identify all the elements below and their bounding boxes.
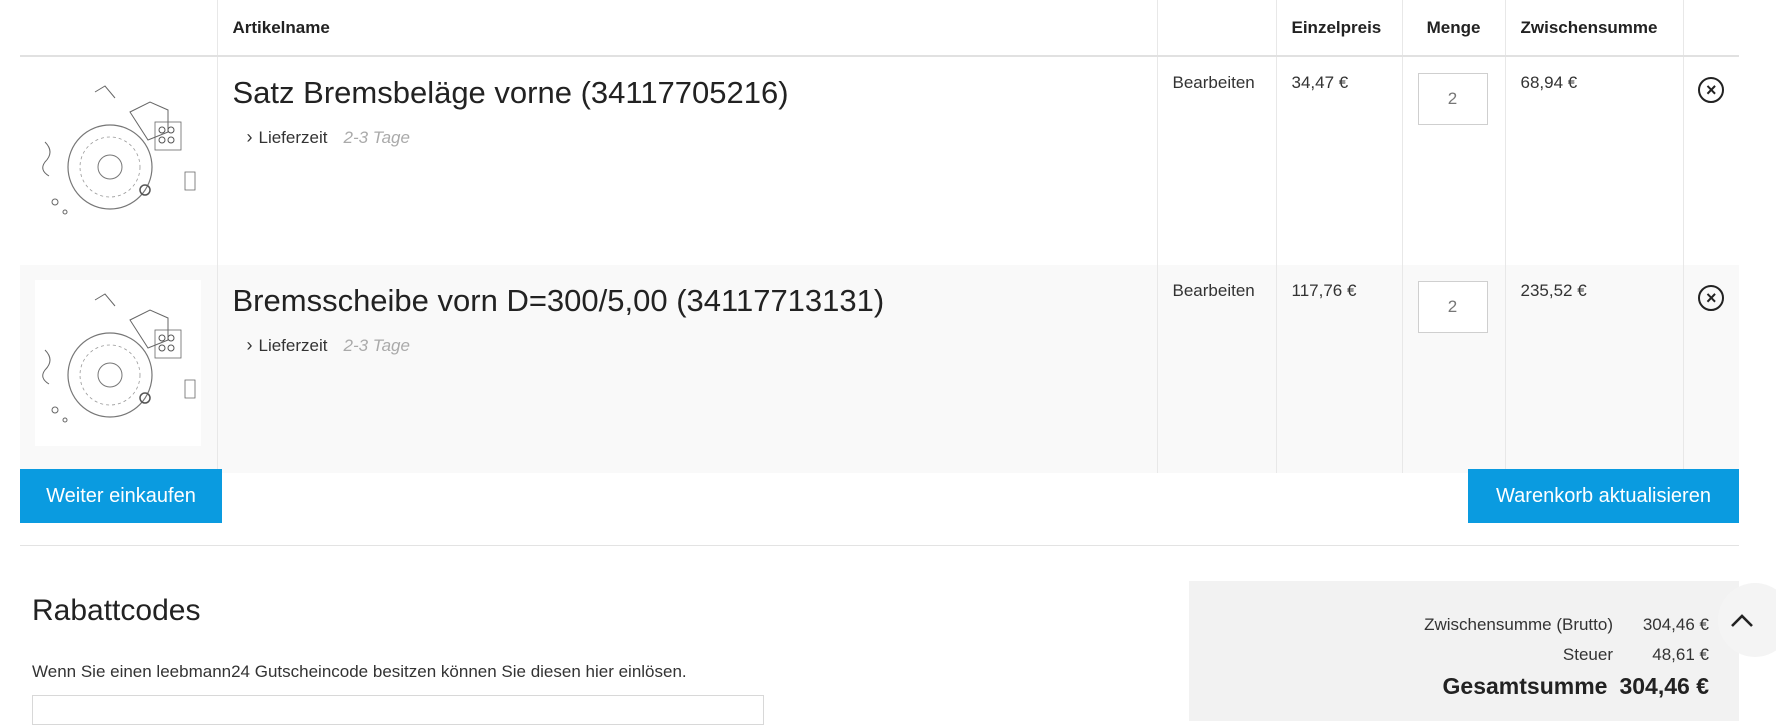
unit-price: 34,47 €: [1275, 56, 1402, 265]
edit-cell: Bearbeiten: [1156, 56, 1276, 265]
summary-total-value: 304,46 €: [1619, 673, 1709, 699]
unit-price: 117,76 €: [1275, 265, 1402, 473]
update-cart-button[interactable]: Warenkorb aktualisieren: [1468, 469, 1739, 523]
summary-tax-value: 48,61 €: [1652, 645, 1709, 664]
summary-total-label: Gesamtsumme: [1442, 673, 1608, 699]
product-title[interactable]: Bremsscheibe vorn D=300/5,00 (3411771313…: [233, 281, 1142, 321]
quantity-cell: [1401, 265, 1505, 473]
cart-table: Artikelname Einzelpreis Menge Zwischensu…: [20, 0, 1739, 473]
header-unit-price: Einzelpreis: [1275, 0, 1402, 57]
order-summary: Zwischensumme (Brutto) 304,46 € Steuer 4…: [1189, 581, 1739, 721]
delivery-label: Lieferzeit: [258, 335, 328, 355]
product-image-cell: [20, 56, 217, 265]
chevron-right-icon: ›: [246, 127, 253, 147]
remove-cell: ×: [1682, 56, 1739, 265]
row-subtotal: 68,94 €: [1504, 56, 1683, 265]
remove-cell: ×: [1682, 265, 1739, 473]
edit-link[interactable]: Bearbeiten: [1173, 73, 1255, 92]
summary-tax-row: Steuer 48,61 €: [1563, 645, 1709, 665]
header-subtotal: Zwischensumme: [1504, 0, 1683, 57]
coupon-description: Wenn Sie einen leebmann24 Gutscheincode …: [32, 662, 687, 681]
product-image[interactable]: [35, 72, 201, 238]
header-name: Artikelname: [216, 0, 1157, 57]
continue-shopping-button[interactable]: Weiter einkaufen: [20, 469, 222, 523]
coupon-title: Rabattcodes: [32, 594, 201, 627]
summary-subtotal-value: 304,46 €: [1642, 615, 1709, 634]
row-subtotal: 235,52 €: [1504, 265, 1683, 473]
product-title[interactable]: Satz Bremsbeläge vorne (34117705216): [233, 73, 1142, 113]
delivery-info[interactable]: › Lieferzeit 2-3 Tage: [247, 127, 1142, 148]
chevron-up-icon: [1731, 614, 1753, 627]
delivery-label: Lieferzeit: [258, 127, 328, 147]
close-circle-icon[interactable]: ×: [1698, 77, 1725, 103]
header-edit: [1156, 0, 1276, 57]
product-info-cell: Satz Bremsbeläge vorne (34117705216) › L…: [216, 56, 1157, 265]
product-info-cell: Bremsscheibe vorn D=300/5,00 (3411771313…: [216, 265, 1157, 473]
quantity-cell: [1401, 56, 1505, 265]
cart-table-header: Artikelname Einzelpreis Menge Zwischensu…: [20, 0, 1739, 57]
header-image: [20, 0, 217, 57]
header-remove: [1682, 0, 1739, 57]
summary-subtotal-row: Zwischensumme (Brutto) 304,46 €: [1424, 615, 1709, 635]
close-circle-icon[interactable]: ×: [1698, 285, 1725, 311]
table-row: Bremsscheibe vorn D=300/5,00 (3411771313…: [20, 265, 1739, 473]
table-row: Satz Bremsbeläge vorne (34117705216) › L…: [20, 56, 1739, 265]
delivery-value: 2-3 Tage: [343, 127, 410, 147]
summary-tax-label: Steuer: [1562, 645, 1613, 664]
summary-total-row: Gesamtsumme 304,46 €: [1443, 673, 1709, 700]
coupon-code-input[interactable]: [32, 695, 764, 725]
delivery-info[interactable]: › Lieferzeit 2-3 Tage: [247, 335, 1142, 356]
section-divider: [20, 545, 1739, 546]
product-image-cell: [20, 265, 217, 473]
header-quantity: Menge: [1401, 0, 1505, 57]
edit-link[interactable]: Bearbeiten: [1173, 281, 1255, 300]
edit-cell: Bearbeiten: [1156, 265, 1276, 473]
quantity-input[interactable]: [1417, 73, 1488, 125]
delivery-value: 2-3 Tage: [343, 335, 410, 355]
quantity-input[interactable]: [1417, 281, 1488, 333]
product-image[interactable]: [35, 280, 201, 446]
summary-subtotal-label: Zwischensumme (Brutto): [1424, 615, 1613, 634]
chevron-right-icon: ›: [246, 335, 253, 355]
